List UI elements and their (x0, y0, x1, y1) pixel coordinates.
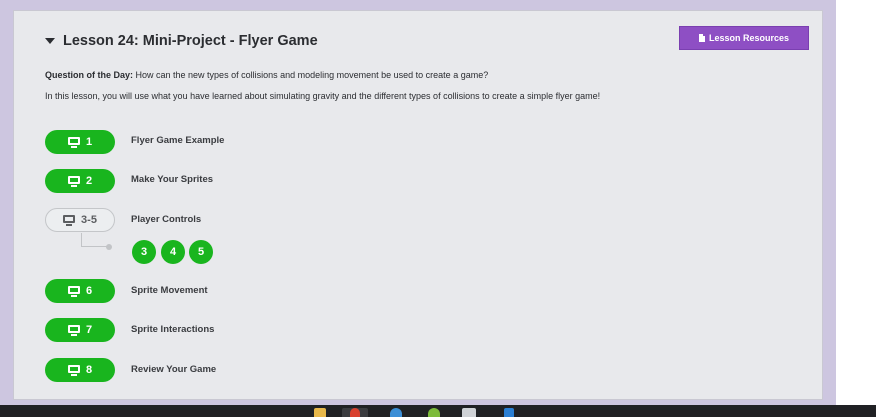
sublevel-bubble-3[interactable]: 3 (132, 240, 156, 264)
app-icon[interactable] (428, 408, 440, 417)
question-text: How can the new types of collisions and … (133, 70, 489, 80)
level-bubble-8[interactable]: 8 (45, 358, 115, 382)
monitor-icon (67, 136, 80, 148)
question-of-the-day: Question of the Day: How can the new typ… (45, 70, 488, 80)
monitor-icon (67, 285, 80, 297)
chrome-icon[interactable] (350, 408, 360, 417)
monitor-icon (63, 214, 76, 226)
connector-dot (106, 244, 112, 250)
lesson-header[interactable]: Lesson 24: Mini-Project - Flyer Game (45, 33, 318, 49)
level-name-6[interactable]: Sprite Movement (131, 285, 208, 296)
level-name-2[interactable]: Make Your Sprites (131, 174, 213, 185)
level-name-1[interactable]: Flyer Game Example (131, 135, 224, 146)
caret-down-icon[interactable] (45, 38, 55, 44)
level-number: 7 (85, 324, 93, 336)
sublevel-bubble-5[interactable]: 5 (189, 240, 213, 264)
level-name-7[interactable]: Sprite Interactions (131, 324, 214, 335)
sublevel-bubble-4[interactable]: 4 (161, 240, 185, 264)
monitor-icon (67, 324, 80, 336)
level-bubble-1[interactable]: 1 (45, 130, 115, 154)
app-icon[interactable] (390, 408, 402, 417)
level-number: 6 (85, 285, 93, 297)
document-icon (698, 34, 705, 42)
question-label: Question of the Day: (45, 70, 134, 80)
app-icon[interactable] (504, 408, 514, 417)
level-bubble-7[interactable]: 7 (45, 318, 115, 342)
lesson-title: Lesson 24: Mini-Project - Flyer Game (63, 33, 318, 49)
folder-icon[interactable] (314, 408, 326, 417)
level-bubble-2[interactable]: 2 (45, 169, 115, 193)
lesson-intro: In this lesson, you will use what you ha… (45, 91, 601, 101)
level-bubble-3-5[interactable]: 3-5 (45, 208, 115, 232)
lesson-panel: Lesson 24: Mini-Project - Flyer Game Les… (13, 10, 823, 400)
monitor-icon (67, 364, 80, 376)
lesson-resources-label: Lesson Resources (708, 33, 790, 43)
level-number: 3-5 (81, 214, 97, 226)
sublevel-connector (81, 233, 109, 247)
level-name-8[interactable]: Review Your Game (131, 364, 216, 375)
level-bubble-6[interactable]: 6 (45, 279, 115, 303)
lesson-resources-button[interactable]: Lesson Resources (679, 26, 809, 50)
level-number: 8 (85, 364, 93, 376)
level-number: 1 (85, 136, 93, 148)
monitor-icon (67, 175, 80, 187)
level-name-3-5[interactable]: Player Controls (131, 214, 201, 225)
app-icon[interactable] (462, 408, 476, 417)
level-number: 2 (85, 175, 93, 187)
